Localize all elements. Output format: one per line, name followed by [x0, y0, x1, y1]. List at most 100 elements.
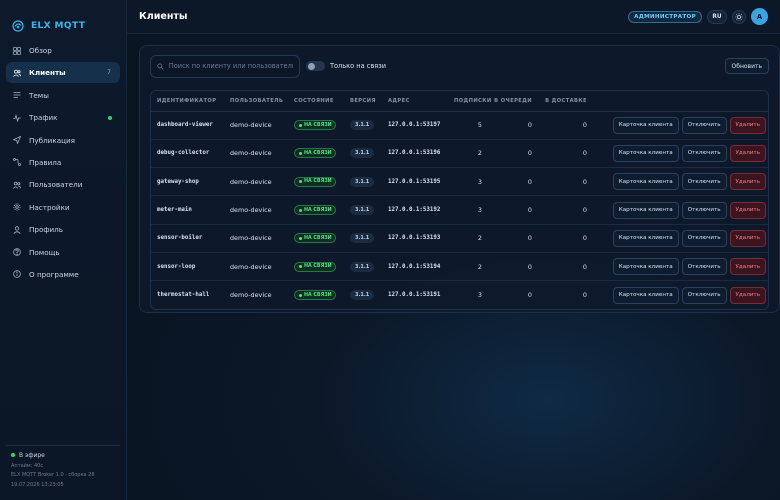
- client-status-cell: НА СВЯЗИ: [288, 139, 344, 169]
- delete-button[interactable]: Удалить: [729, 201, 766, 219]
- online-dot-icon: [298, 180, 302, 184]
- client-inflight: 0: [538, 167, 593, 197]
- topbar: Клиенты АДМИНИСТРАТОР RU A: [127, 0, 780, 34]
- client-address: 127.0.0.1:53194: [382, 252, 448, 282]
- online-dot-icon: [298, 123, 302, 127]
- logo-icon: [12, 20, 24, 32]
- sidebar-item-0[interactable]: Обзор: [6, 40, 120, 61]
- uptime: Аптайм: 40с: [11, 462, 44, 469]
- client-card-button[interactable]: Карточка клиента: [612, 286, 679, 304]
- disconnect-button[interactable]: Отключить: [681, 173, 727, 191]
- sidebar-item-6[interactable]: Пользователи: [6, 174, 120, 195]
- table-header-row: ИДЕНТИФИКАТОР ПОЛЬЗОВАТЕЛЬ СОСТОЯНИЕ ВЕР…: [151, 91, 768, 112]
- disconnect-button[interactable]: Отключить: [681, 286, 727, 304]
- sidebar-item-2[interactable]: Темы: [6, 85, 120, 106]
- client-user: demo-device: [224, 252, 288, 282]
- sidebar-item-label: Пользователи: [29, 180, 83, 190]
- delete-button[interactable]: Удалить: [729, 144, 766, 162]
- status-label: НА СВЯЗИ: [304, 207, 332, 213]
- client-address: 127.0.0.1:53192: [382, 195, 448, 225]
- disconnect-button[interactable]: Отключить: [681, 116, 727, 134]
- client-inflight: 0: [582, 291, 587, 300]
- avatar[interactable]: A: [751, 8, 768, 25]
- sidebar-item-4[interactable]: Публикация: [6, 130, 120, 151]
- language-button[interactable]: RU: [707, 9, 727, 24]
- online-dot-icon: [298, 151, 302, 155]
- disconnect-button[interactable]: Отключить: [681, 144, 727, 162]
- status-badge: НА СВЯЗИ: [294, 120, 337, 131]
- client-address: 127.0.0.1:53197: [382, 111, 448, 140]
- client-user: demo-device: [230, 291, 272, 300]
- sidebar-item-label: Обзор: [29, 46, 52, 55]
- client-id: gateway-shop: [151, 167, 224, 197]
- column-header: ВЕРСИЯ: [344, 91, 382, 112]
- sidebar-item-1[interactable]: Клиенты 7: [6, 62, 120, 84]
- sidebar-item-7[interactable]: Настройки: [6, 197, 120, 218]
- client-card-button[interactable]: Карточка клиента: [612, 201, 679, 219]
- sidebar-nav: Обзор Клиенты 7 Темы Трафик Публикация Правила…: [0, 40, 126, 285]
- client-inflight: 0: [538, 252, 593, 282]
- disconnect-button[interactable]: Отключить: [681, 258, 727, 276]
- client-subscriptions: 2: [448, 252, 488, 282]
- client-card-button[interactable]: Карточка клиента: [612, 173, 679, 191]
- status-badge: НА СВЯЗИ: [294, 176, 337, 187]
- disconnect-button[interactable]: Отключить: [681, 201, 727, 219]
- client-status-cell: НА СВЯЗИ: [288, 195, 344, 225]
- status-label: НА СВЯЗИ: [304, 179, 332, 185]
- refresh-button[interactable]: Обновить: [724, 58, 769, 74]
- client-user: demo-device: [224, 167, 288, 197]
- status-label: НА СВЯЗИ: [304, 150, 332, 156]
- sidebar-item-label: Темы: [29, 90, 49, 100]
- delete-button[interactable]: Удалить: [729, 173, 766, 191]
- client-version-cell: 3.1.1: [344, 111, 382, 140]
- sidebar-item-10[interactable]: О программе: [6, 264, 120, 285]
- delete-button[interactable]: Удалить: [729, 258, 766, 276]
- client-address: 127.0.0.1:53195: [382, 167, 448, 197]
- grid-icon: [13, 46, 21, 55]
- client-user: demo-device: [224, 139, 288, 169]
- client-card-button[interactable]: Карточка клиента: [612, 258, 679, 276]
- client-subscriptions: 5: [448, 111, 488, 140]
- client-card-button[interactable]: Карточка клиента: [612, 229, 679, 247]
- search-input[interactable]: [168, 62, 293, 70]
- app: ELX MQTT Обзор Клиенты 7 Темы Трафик Публикац…: [0, 0, 780, 500]
- users-icon: [13, 69, 21, 77]
- brand[interactable]: ELX MQTT: [0, 0, 126, 38]
- sidebar-item-label: Трафик: [29, 113, 58, 123]
- sidebar-item-5[interactable]: Правила: [6, 152, 120, 173]
- client-card-button[interactable]: Карточка клиента: [612, 144, 679, 162]
- delete-button[interactable]: Удалить: [729, 286, 766, 304]
- status-badge: НА СВЯЗИ: [294, 233, 337, 244]
- sidebar-item-9[interactable]: Помощь: [6, 242, 120, 263]
- clients-panel: Только на связи Обновить ИДЕНТИФИКАТОР П…: [139, 45, 780, 313]
- column-header: СОСТОЯНИЕ: [288, 91, 344, 112]
- online-dot-icon: [298, 236, 302, 240]
- info-icon: [13, 270, 21, 279]
- client-status-cell: НА СВЯЗИ: [288, 224, 344, 253]
- client-version-cell: 3.1.1: [344, 195, 382, 225]
- online-only-toggle[interactable]: [306, 61, 325, 71]
- sidebar-item-badge: 7: [107, 69, 111, 77]
- client-card-button[interactable]: Карточка клиента: [612, 116, 679, 134]
- column-header: В ДОСТАВКЕ: [538, 91, 593, 112]
- main: Клиенты АДМИНИСТРАТОР RU A Поиск по клие…: [127, 0, 780, 500]
- row-actions: Карточка клиента Отключить Удалить: [593, 281, 768, 309]
- theme-toggle-button[interactable]: [732, 9, 746, 24]
- person-icon: [13, 225, 21, 234]
- client-id: debug-collector: [151, 139, 224, 169]
- sidebar-item-label: Профиль: [29, 225, 64, 235]
- delete-button[interactable]: Удалить: [729, 229, 766, 247]
- client-subscriptions: 3: [448, 195, 488, 225]
- disconnect-button[interactable]: Отключить: [681, 229, 727, 247]
- user-group-icon: [13, 181, 21, 189]
- client-address: 127.0.0.1:53191: [388, 292, 441, 299]
- online-only-filter: Только на связи: [306, 61, 386, 71]
- sidebar-item-3[interactable]: Трафик: [6, 107, 120, 128]
- client-subscriptions: 2: [448, 224, 488, 253]
- table-row: debug-collector demo-device НА СВЯЗИ 3.1.1 1…: [151, 139, 768, 169]
- version-badge: 3.1.1: [350, 261, 375, 272]
- delete-button[interactable]: Удалить: [729, 116, 766, 134]
- row-actions: Карточка клиента Отключить Удалить: [593, 167, 768, 197]
- sidebar-item-8[interactable]: Профиль: [6, 219, 120, 240]
- table-row: sensor-boiler demo-device НА СВЯЗИ 3.1.1 127…: [151, 224, 768, 253]
